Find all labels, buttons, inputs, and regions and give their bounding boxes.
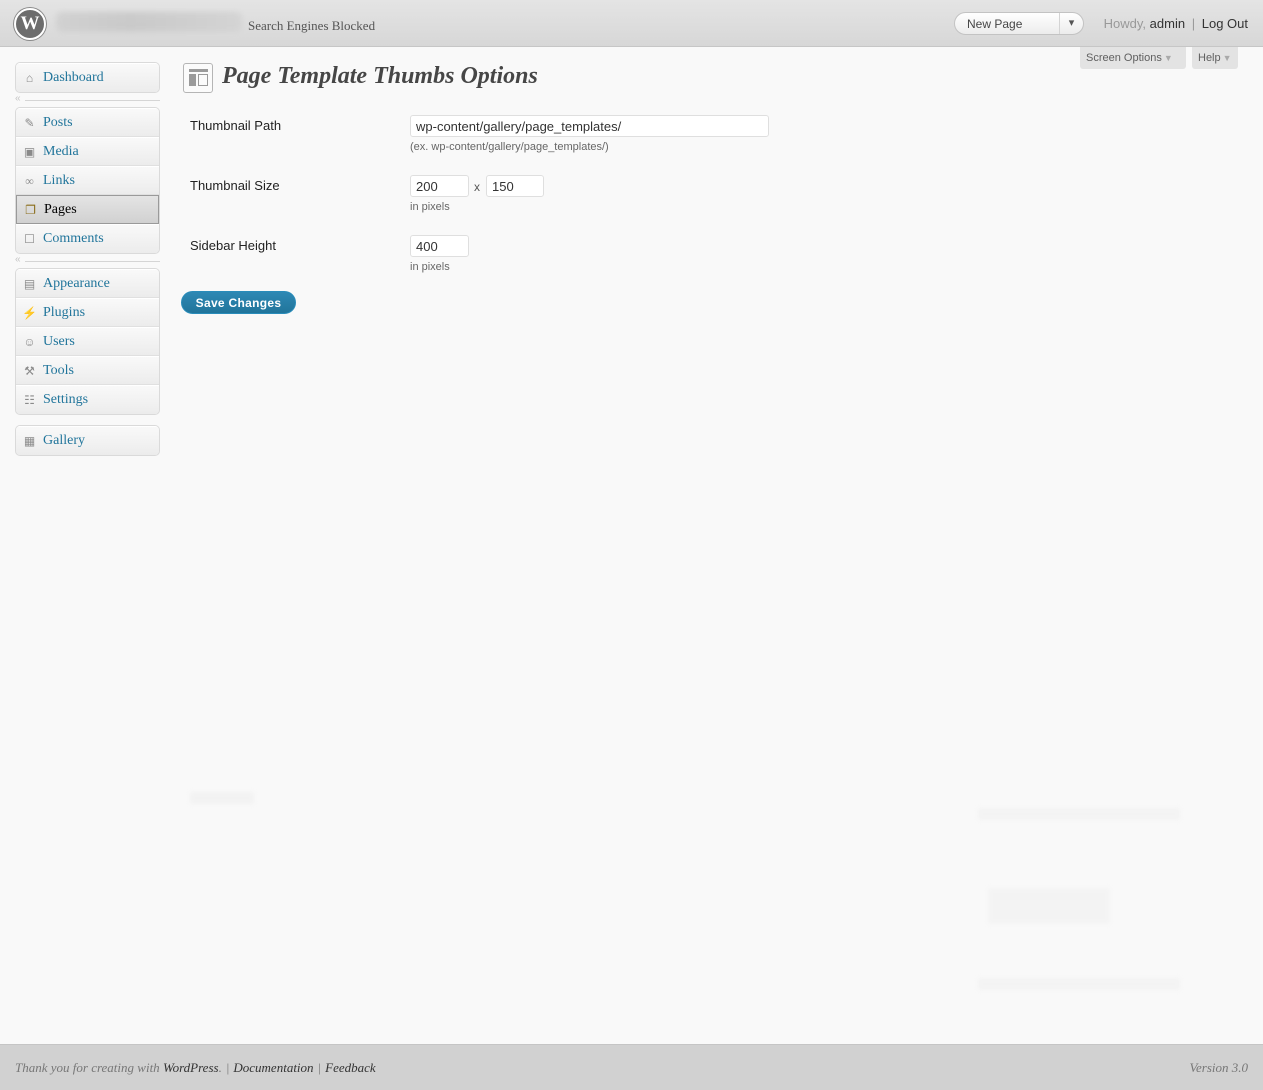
tools-icon: ⚒ (24, 364, 35, 378)
ghost-box (988, 888, 1110, 924)
chevron-down-icon[interactable]: ▾ (1059, 13, 1083, 34)
triangle-down-icon: ▼ (1222, 53, 1232, 63)
save-changes-button[interactable]: Save Changes (181, 291, 296, 314)
ghost-text (190, 792, 254, 804)
settings-sliders-icon: ☷ (24, 393, 35, 407)
menu-spacer (15, 415, 160, 425)
menu-item-gallery[interactable]: ▦ Gallery (16, 426, 159, 455)
site-name-blurred[interactable] (56, 12, 242, 32)
menu-group-content: ✎ Posts ▣ Media ∞ Links ❐ Pages ☐ Commen… (15, 107, 160, 254)
menu-item-links[interactable]: ∞ Links (16, 166, 159, 195)
menu-item-dashboard[interactable]: ⌂ Dashboard (16, 63, 159, 92)
gallery-icon: ▦ (23, 434, 36, 448)
footer-version: Version 3.0 (1189, 1060, 1249, 1075)
menu-item-label: Comments (43, 231, 104, 246)
icon-part (189, 69, 208, 72)
thumbnail-path-description: (ex. wp-content/gallery/page_templates/) (410, 141, 609, 153)
comment-bubble-icon: ☐ (24, 232, 35, 246)
icon-part (189, 74, 196, 86)
menu-item-label: Gallery (43, 433, 85, 448)
sidebar-height-description: in pixels (410, 261, 450, 273)
menu-item-label: Tools (43, 363, 74, 378)
menu-item-label: Settings (43, 392, 89, 407)
pushpin-icon: ✎ (24, 116, 35, 130)
menu-item-plugins[interactable]: ⚡ Plugins (16, 298, 159, 327)
user-info: Howdy, admin | Log Out (1104, 16, 1248, 31)
screen-options-label: Screen Options (1086, 52, 1162, 64)
menu-item-label: Media (43, 144, 79, 159)
thumbnail-width-input[interactable] (410, 175, 469, 197)
favorite-actions-dropdown[interactable]: New Page ▾ (954, 12, 1084, 35)
triangle-down-icon: ▼ (1163, 53, 1173, 63)
admin-header: W Search Engines Blocked New Page ▾ Howd… (0, 0, 1263, 47)
separator: | (225, 1060, 230, 1075)
thumbnail-path-input[interactable] (410, 115, 769, 137)
thumbnail-size-description: in pixels (410, 201, 450, 213)
page-title: Page Template Thumbs Options (222, 63, 538, 89)
help-toggle[interactable]: Help ▼ (1192, 47, 1238, 69)
menu-item-appearance[interactable]: ▤ Appearance (16, 269, 159, 298)
menu-item-posts[interactable]: ✎ Posts (16, 108, 159, 137)
thumbnail-size-label: Thumbnail Size (190, 178, 280, 193)
thanks-text: Thank you for creating with (15, 1060, 160, 1075)
house-icon: ⌂ (25, 71, 34, 85)
logout-link[interactable]: Log Out (1202, 16, 1248, 31)
wordpress-link[interactable]: WordPress (163, 1060, 219, 1075)
menu-item-tools[interactable]: ⚒ Tools (16, 356, 159, 385)
privacy-status[interactable]: Search Engines Blocked (248, 18, 375, 34)
pages-icon: ❐ (25, 203, 36, 217)
appearance-icon: ▤ (23, 277, 36, 291)
menu-item-users[interactable]: ☺ Users (16, 327, 159, 356)
icon-part (198, 74, 208, 86)
collapse-arrow-icon[interactable]: « (15, 254, 21, 265)
thumbnail-path-label: Thumbnail Path (190, 118, 282, 133)
menu-item-label: Posts (43, 115, 73, 130)
menu-group-admin: ▤ Appearance ⚡ Plugins ☺ Users ⚒ Tools ☷… (15, 268, 160, 415)
feedback-link[interactable]: Feedback (325, 1060, 376, 1075)
separator: | (317, 1060, 322, 1075)
users-icon: ☺ (23, 335, 36, 349)
documentation-link[interactable]: Documentation (233, 1060, 313, 1075)
menu-item-label: Pages (44, 202, 77, 217)
ghost-bar (978, 808, 1180, 820)
link-icon: ∞ (25, 174, 34, 188)
menu-item-label: Links (43, 173, 75, 188)
sidebar-height-label: Sidebar Height (190, 238, 276, 253)
menu-item-label: Appearance (43, 276, 110, 291)
favorite-action-new-page[interactable]: New Page (967, 17, 1022, 31)
profile-link[interactable]: admin (1150, 16, 1185, 31)
menu-separator: « (15, 254, 160, 267)
footer-thankyou: Thank you for creating with WordPress. | D… (15, 1060, 376, 1075)
menu-item-label: Users (43, 334, 75, 349)
separator-line (25, 261, 160, 262)
menu-group-dashboard: ⌂ Dashboard (15, 62, 160, 93)
separator-line (25, 100, 160, 101)
howdy-text: Howdy, (1103, 16, 1147, 31)
menu-item-label: Dashboard (43, 70, 104, 85)
help-label: Help (1198, 52, 1221, 64)
sidebar-height-input[interactable] (410, 235, 469, 257)
ghost-bar (978, 978, 1180, 990)
menu-item-comments[interactable]: ☐ Comments (16, 224, 159, 253)
menu-item-media[interactable]: ▣ Media (16, 137, 159, 166)
menu-group-gallery: ▦ Gallery (15, 425, 160, 456)
menu-item-settings[interactable]: ☷ Settings (16, 385, 159, 414)
admin-footer: Thank you for creating with WordPress. | D… (0, 1044, 1263, 1090)
menu-item-label: Plugins (43, 305, 86, 320)
thumbnail-height-input[interactable] (486, 175, 544, 197)
menu-item-pages[interactable]: ❐ Pages (16, 195, 159, 224)
page-template-icon (183, 63, 213, 93)
size-separator: x (474, 180, 480, 194)
admin-menu: ⌂ Dashboard « ✎ Posts ▣ Media ∞ Links ❐ … (15, 62, 160, 456)
plug-icon: ⚡ (22, 306, 37, 320)
menu-separator: « (15, 93, 160, 106)
separator: | (1191, 16, 1196, 31)
media-icon: ▣ (23, 145, 36, 159)
screen-options-toggle[interactable]: Screen Options ▼ (1080, 47, 1186, 69)
collapse-arrow-icon[interactable]: « (15, 93, 21, 104)
wordpress-logo-icon[interactable]: W (14, 8, 46, 40)
